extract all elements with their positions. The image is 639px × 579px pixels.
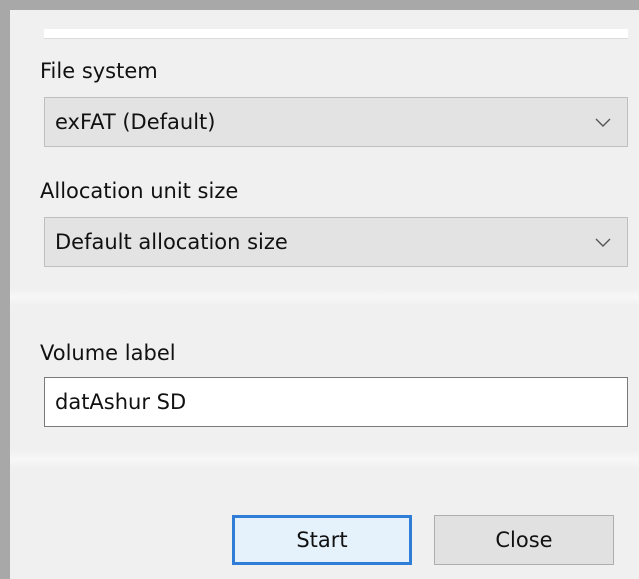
volume-label-label: Volume label bbox=[40, 341, 176, 365]
close-button[interactable]: Close bbox=[434, 515, 614, 565]
allocation-unit-size-dropdown[interactable]: Default allocation size bbox=[44, 217, 628, 267]
format-dialog-panel: File system exFAT (Default) Allocation u… bbox=[10, 10, 639, 579]
chevron-down-icon bbox=[595, 118, 611, 127]
top-divider bbox=[44, 29, 628, 39]
section-separator bbox=[10, 288, 639, 306]
volume-label-input[interactable]: datAshur SD bbox=[44, 377, 628, 427]
allocation-unit-size-label: Allocation unit size bbox=[40, 179, 239, 203]
start-button[interactable]: Start bbox=[232, 515, 412, 565]
file-system-selected-value: exFAT (Default) bbox=[55, 110, 216, 134]
section-separator bbox=[10, 450, 639, 468]
file-system-label: File system bbox=[40, 59, 158, 83]
volume-label-value: datAshur SD bbox=[55, 390, 187, 414]
file-system-dropdown[interactable]: exFAT (Default) bbox=[44, 97, 628, 147]
allocation-unit-size-selected-value: Default allocation size bbox=[55, 230, 288, 254]
chevron-down-icon bbox=[595, 238, 611, 247]
